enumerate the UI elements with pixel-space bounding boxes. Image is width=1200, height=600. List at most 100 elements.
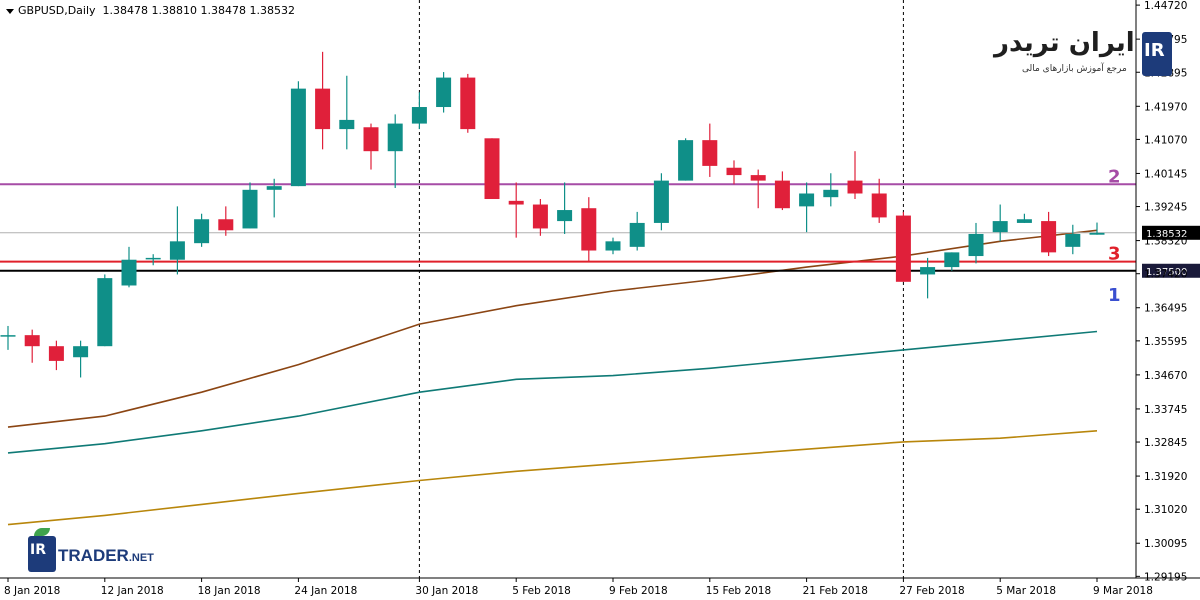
price-tick-label: 1.31920 (1144, 471, 1187, 483)
irantrader-logo: ایران تریدر مرجع آموزش بازارهای مالی IR (994, 26, 1184, 86)
candle-body (0, 335, 16, 337)
candle-body (774, 180, 790, 209)
candle-body (653, 180, 669, 223)
candle-body (871, 193, 887, 218)
price-tick-label: 1.35595 (1144, 336, 1187, 348)
price-tick-label: 1.37420 (1144, 269, 1187, 281)
price-tick-label: 1.31020 (1144, 504, 1187, 516)
time-tick-label: 9 Mar 2018 (1093, 585, 1153, 597)
logo-persian-subtitle: مرجع آموزش بازارهای مالی (1022, 64, 1127, 74)
price-tick-label: 1.30095 (1144, 538, 1187, 550)
candle-body (339, 119, 355, 130)
price-tick-label: 1.33745 (1144, 404, 1187, 416)
candle-body (1041, 221, 1057, 253)
time-axis: 8 Jan 2018 12 Jan 2018 18 Jan 2018 24 Jan 2… (0, 577, 1200, 597)
price-tick-label: 1.44720 (1144, 0, 1187, 12)
candle-body (532, 204, 548, 229)
candle-body (968, 233, 984, 257)
candle-body (1065, 233, 1081, 247)
price-tick-label: 1.38320 (1144, 236, 1187, 248)
moving-average-line (7, 330, 1098, 454)
candle-body (121, 259, 137, 286)
time-tick-label: 5 Feb 2018 (512, 585, 571, 597)
candle-body (920, 267, 936, 275)
symbol-label: GBPUSD,Daily (18, 4, 96, 17)
candle-body (557, 210, 573, 222)
logo-persian-title: ایران تریدر (994, 28, 1135, 58)
moving-averages (7, 229, 1098, 526)
candle-body (1089, 232, 1105, 235)
logo-brand: TRADER (58, 546, 129, 565)
candle-body (605, 241, 621, 251)
irtrader-net-logo: IR TRADER.NET (24, 528, 174, 576)
candle-body (726, 167, 742, 176)
price-tick-label: 1.39245 (1144, 202, 1187, 214)
candle-body (194, 219, 210, 244)
candle-body (484, 138, 500, 200)
logo-ir-text: IR (30, 542, 46, 558)
candle-body (1016, 219, 1032, 223)
candle-body (992, 221, 1008, 233)
horizontal-levels: 2311.375001.38532 (0, 166, 1200, 306)
candle-body (363, 127, 379, 152)
candle-body (387, 123, 403, 152)
candle-body (436, 77, 452, 108)
candle-body (169, 241, 185, 260)
price-tick-label: 1.34670 (1144, 370, 1187, 382)
time-tick-label: 8 Jan 2018 (4, 585, 60, 597)
candles (0, 51, 1105, 378)
time-tick-label: 18 Jan 2018 (198, 585, 261, 597)
candle-body (24, 335, 40, 347)
candle-body (629, 222, 645, 247)
candle-body (847, 180, 863, 194)
candle-body (315, 88, 331, 130)
price-tick-label: 1.29195 (1144, 571, 1187, 583)
candle-body (460, 77, 476, 130)
candle-body (750, 175, 766, 181)
price-tick-label: 1.40145 (1144, 168, 1187, 180)
candle-body (97, 278, 113, 347)
chart: 2311.375001.38532 1.447201.437951.428951… (0, 0, 1200, 597)
price-tick-label: 1.41070 (1144, 134, 1187, 146)
candle-body (218, 219, 234, 231)
time-tick-label: 24 Jan 2018 (294, 585, 357, 597)
time-tick-label: 21 Feb 2018 (803, 585, 868, 597)
candle-body (702, 140, 718, 166)
leaf-icon (34, 528, 50, 536)
time-tick-label: 9 Feb 2018 (609, 585, 668, 597)
candle-body (145, 257, 161, 260)
candle-body (411, 107, 427, 124)
candle-body (895, 215, 911, 282)
ohlc-values: 1.38478 1.38810 1.38478 1.38532 (102, 4, 295, 17)
level-label: 3 (1108, 244, 1121, 265)
candle-body (73, 346, 89, 358)
price-tick-label: 1.41970 (1144, 101, 1187, 113)
price-tick-label: 1.36495 (1144, 303, 1187, 315)
candle-body (508, 200, 524, 205)
time-tick-label: 27 Feb 2018 (899, 585, 964, 597)
moving-average-line (7, 430, 1098, 526)
candle-body (944, 252, 960, 268)
logo-ir-text: IR (1144, 40, 1165, 61)
logo-brand-text: TRADER.NET (58, 546, 154, 566)
candle-body (581, 208, 597, 251)
level-label: 1 (1108, 285, 1121, 306)
time-tick-label: 5 Mar 2018 (996, 585, 1056, 597)
chart-header: GBPUSD,Daily 1.38478 1.38810 1.38478 1.3… (6, 4, 295, 17)
candle-body (823, 189, 839, 198)
candle-body (678, 140, 694, 181)
price-axis: 1.447201.437951.428951.419701.410701.401… (1135, 0, 1187, 583)
candle-body (266, 186, 282, 190)
time-tick-label: 15 Feb 2018 (706, 585, 771, 597)
candle-body (799, 193, 815, 207)
candle-body (290, 88, 306, 187)
vertical-separators (418, 0, 904, 578)
moving-average-line (7, 229, 1098, 428)
time-tick-label: 12 Jan 2018 (101, 585, 164, 597)
candle-body (48, 346, 64, 361)
candle-body (242, 189, 258, 229)
price-tick-label: 1.32845 (1144, 437, 1187, 449)
chevron-down-icon[interactable] (6, 8, 14, 14)
time-tick-label: 30 Jan 2018 (415, 585, 478, 597)
level-label: 2 (1108, 166, 1121, 187)
